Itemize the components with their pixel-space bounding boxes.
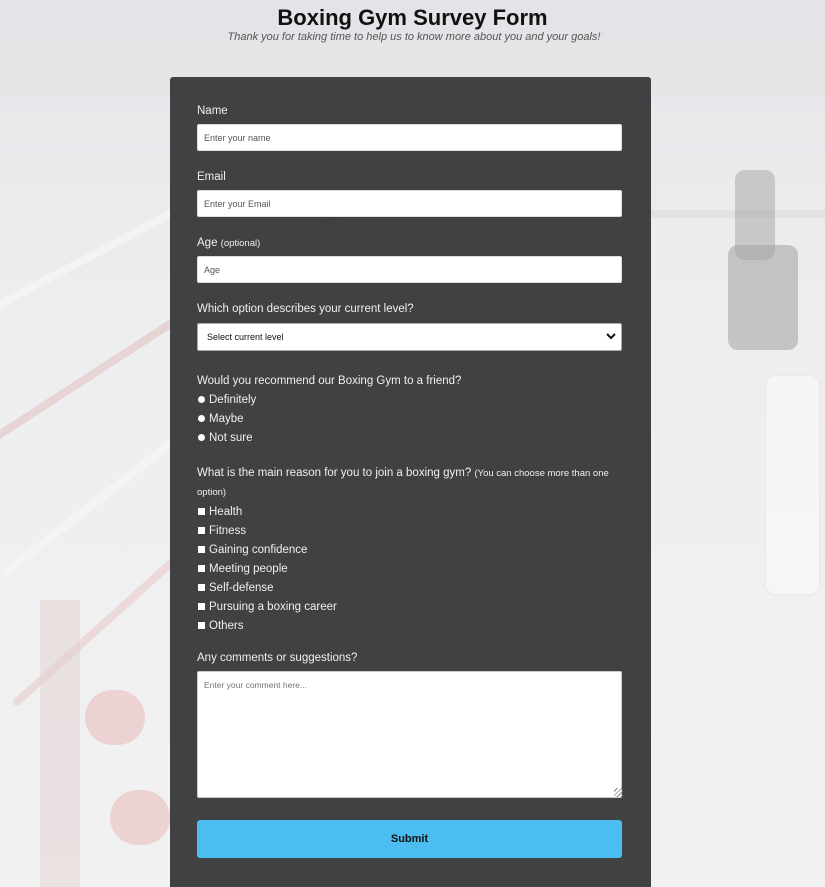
- level-field-group: Which option describes your current leve…: [197, 303, 624, 351]
- checkbox-option[interactable]: Meeting people: [197, 559, 624, 578]
- page-subtitle: Thank you for taking time to help us to …: [227, 31, 601, 43]
- email-label: Email: [197, 171, 226, 183]
- comments-textarea[interactable]: [197, 671, 622, 798]
- radio-button[interactable]: [198, 434, 205, 441]
- checkbox[interactable]: [198, 603, 205, 610]
- email-input[interactable]: [197, 190, 622, 217]
- comments-label: Any comments or suggestions?: [197, 652, 358, 664]
- recommend-group: Would you recommend our Boxing Gym to a …: [197, 372, 624, 447]
- name-field-group: Name: [197, 105, 624, 151]
- checkbox-option[interactable]: Fitness: [197, 521, 624, 540]
- checkbox[interactable]: [198, 565, 205, 572]
- name-label: Name: [197, 105, 228, 117]
- radio-button[interactable]: [198, 415, 205, 422]
- checkbox-label: Pursuing a boxing career: [209, 600, 337, 613]
- checkbox-label: Fitness: [209, 524, 247, 537]
- page-title: Boxing Gym Survey Form: [277, 5, 548, 30]
- checkbox[interactable]: [198, 622, 205, 629]
- radio-label: Not sure: [209, 431, 253, 444]
- checkbox-option[interactable]: Pursuing a boxing career: [197, 597, 624, 616]
- reason-group: What is the main reason for you to join …: [197, 464, 624, 635]
- age-label-text: Age: [197, 237, 218, 249]
- resize-grip-icon[interactable]: [614, 788, 623, 797]
- age-input[interactable]: [197, 256, 622, 283]
- radio-button[interactable]: [198, 396, 205, 403]
- level-select[interactable]: Select current level: [197, 323, 622, 351]
- checkbox-label: Meeting people: [209, 562, 288, 575]
- level-select-value: Select current level: [207, 332, 284, 342]
- chevron-down-icon: [606, 331, 616, 343]
- reason-question: What is the main reason for you to join …: [197, 464, 624, 502]
- checkbox[interactable]: [198, 508, 205, 515]
- radio-label: Maybe: [209, 412, 244, 425]
- age-optional-note: (optional): [220, 238, 261, 249]
- checkbox[interactable]: [198, 527, 205, 534]
- email-field-group: Email: [197, 171, 624, 217]
- checkbox-label: Health: [209, 505, 243, 518]
- checkbox-label: Self-defense: [209, 581, 274, 594]
- radio-label: Definitely: [209, 393, 257, 406]
- age-field-group: Age (optional): [197, 237, 624, 283]
- age-label: Age (optional): [197, 237, 624, 249]
- radio-option[interactable]: Definitely: [197, 390, 624, 409]
- comments-group: Any comments or suggestions?: [197, 652, 624, 798]
- submit-button[interactable]: Submit: [197, 820, 622, 858]
- radio-option[interactable]: Not sure: [197, 428, 624, 447]
- checkbox[interactable]: [198, 584, 205, 591]
- checkbox-label: Others: [209, 619, 244, 632]
- survey-page: Boxing Gym Survey Form Thank you for tak…: [0, 0, 825, 887]
- checkbox-option[interactable]: Gaining confidence: [197, 540, 624, 559]
- survey-form: Name Email Age (optional) Which option d…: [170, 77, 651, 887]
- name-input[interactable]: [197, 124, 622, 151]
- reason-question-text: What is the main reason for you to join …: [197, 467, 472, 479]
- radio-option[interactable]: Maybe: [197, 409, 624, 428]
- checkbox[interactable]: [198, 546, 205, 553]
- checkbox-option[interactable]: Others: [197, 616, 624, 635]
- recommend-question: Would you recommend our Boxing Gym to a …: [197, 375, 462, 387]
- level-label: Which option describes your current leve…: [197, 303, 414, 315]
- checkbox-option[interactable]: Health: [197, 502, 624, 521]
- checkbox-option[interactable]: Self-defense: [197, 578, 624, 597]
- checkbox-label: Gaining confidence: [209, 543, 308, 556]
